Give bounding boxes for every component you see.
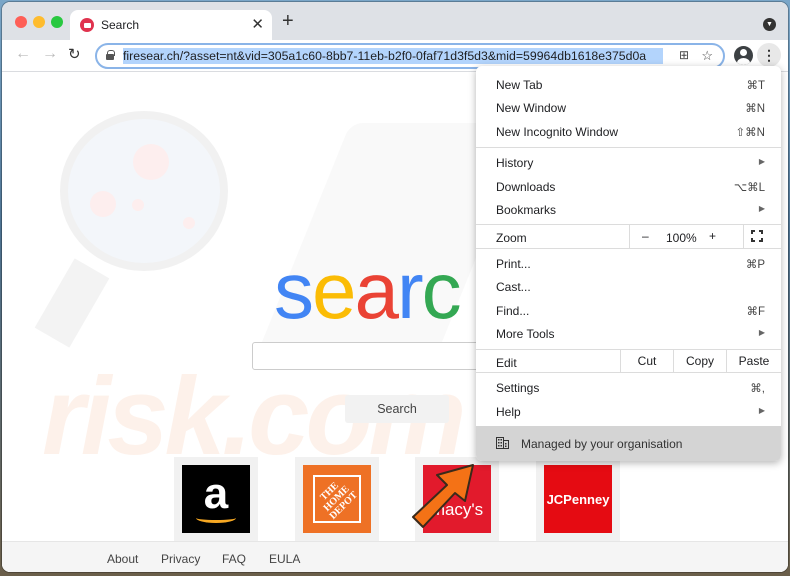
lock-icon[interactable] (106, 50, 115, 60)
footer-link-privacy[interactable]: Privacy (161, 552, 200, 566)
shortcut-jcpenney[interactable]: JCPenney (536, 457, 620, 541)
menu-item-more-tools[interactable]: More Tools ▶ (476, 322, 781, 345)
fullscreen-icon[interactable] (751, 230, 763, 242)
favicon-icon (80, 18, 94, 32)
zoom-control: – 100% + (629, 225, 744, 248)
bookmark-star-icon[interactable]: ☆ (701, 48, 713, 64)
logo-letter: c (421, 246, 462, 335)
footer-link-eula[interactable]: EULA (269, 552, 300, 566)
tab-title: Search (101, 18, 140, 32)
copy-button[interactable]: Copy (673, 350, 726, 372)
paste-button[interactable]: Paste (726, 350, 781, 372)
reload-button[interactable]: ↻ (68, 45, 81, 63)
menu-item-help[interactable]: Help ▶ (476, 400, 781, 423)
title-bar: Search ✕ + ▼ (2, 2, 788, 40)
qr-code-icon[interactable]: ⊞ (679, 48, 689, 62)
profile-avatar-icon[interactable] (734, 46, 753, 65)
logo-letter: s (274, 246, 314, 335)
chrome-menu: New Tab ⌘T New Window ⌘N New Incognito W… (476, 66, 781, 461)
menu-item-cast[interactable]: Cast... (476, 275, 781, 298)
submenu-arrow-icon: ▶ (758, 157, 765, 166)
search-input[interactable] (252, 342, 492, 370)
zoom-out-button[interactable]: – (642, 229, 649, 243)
orange-arrow-icon (412, 464, 474, 528)
home-depot-logo-icon: THE HOME DEPOT (303, 465, 371, 533)
footer-link-about[interactable]: About (107, 552, 138, 566)
menu-item-find[interactable]: Find... ⌘F (476, 299, 781, 322)
menu-item-new-window[interactable]: New Window ⌘N (476, 96, 781, 119)
managed-by-organisation[interactable]: Managed by your organisation (476, 426, 781, 461)
search-button[interactable]: Search (345, 395, 449, 423)
submenu-arrow-icon: ▶ (758, 406, 765, 415)
chrome-menu-button[interactable]: ⋮ (757, 43, 781, 67)
footer-link-faq[interactable]: FAQ (222, 552, 246, 566)
menu-item-new-tab[interactable]: New Tab ⌘T (476, 73, 781, 96)
menu-item-settings[interactable]: Settings ⌘, (476, 376, 781, 399)
menu-separator (476, 147, 781, 148)
logo-letter: r (397, 246, 424, 335)
watermark-handle (34, 258, 110, 348)
tab-close-icon[interactable]: ✕ (251, 15, 264, 33)
menu-item-downloads[interactable]: Downloads ⌥⌘L (476, 175, 781, 198)
footer: About Privacy FAQ EULA (2, 541, 788, 572)
url-text[interactable]: firesear.ch/?asset=nt&vid=305a1c60-8bb7-… (123, 48, 663, 64)
new-tab-button[interactable]: + (282, 11, 294, 31)
zoom-level: 100% (666, 231, 697, 245)
menu-item-print[interactable]: Print... ⌘P (476, 252, 781, 275)
cut-button[interactable]: Cut (620, 350, 673, 372)
logo-letter: e (312, 246, 356, 335)
minimize-window-button[interactable] (33, 16, 45, 28)
search-logo: searc (274, 246, 462, 335)
building-icon (496, 437, 509, 449)
submenu-arrow-icon: ▶ (758, 204, 765, 213)
forward-button[interactable]: → (42, 45, 58, 63)
menu-item-new-incognito-window[interactable]: New Incognito Window ⇧⌘N (476, 120, 781, 143)
shortcut-amazon[interactable]: a (174, 457, 258, 541)
submenu-arrow-icon: ▶ (758, 328, 765, 337)
zoom-in-button[interactable]: + (709, 229, 716, 243)
close-window-button[interactable] (15, 16, 27, 28)
maximize-window-button[interactable] (51, 16, 63, 28)
amazon-logo-icon: a (182, 465, 250, 533)
menu-edit-row: Edit Cut Copy Paste (476, 349, 781, 373)
shortcut-home-depot[interactable]: THE HOME DEPOT (295, 457, 379, 541)
back-button[interactable]: ← (15, 45, 31, 63)
tab-search[interactable]: Search ✕ (70, 10, 272, 40)
menu-zoom-row: Zoom – 100% + (476, 224, 781, 249)
tab-search-icon[interactable]: ▼ (763, 18, 776, 31)
logo-letter: a (354, 246, 399, 335)
menu-item-history[interactable]: History ▶ (476, 151, 781, 174)
watermark-magnifier-icon (60, 111, 228, 271)
jcpenney-logo-icon: JCPenney (544, 465, 612, 533)
menu-item-bookmarks[interactable]: Bookmarks ▶ (476, 198, 781, 221)
